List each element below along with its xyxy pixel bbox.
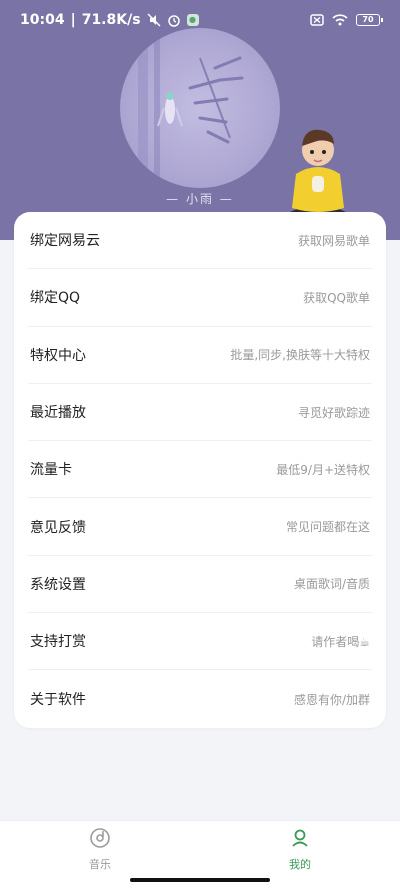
menu-item-title: 系统设置 (30, 576, 86, 593)
avatar[interactable] (282, 120, 354, 224)
tab-label: 音乐 (89, 858, 111, 871)
menu-item-title: 特权中心 (30, 347, 86, 364)
settings-menu: 绑定网易云 获取网易歌单 绑定QQ 获取QQ歌单 特权中心 批量,同步,换肤等十… (14, 212, 386, 728)
close-box-icon (310, 14, 324, 26)
menu-item-privilege-center[interactable]: 特权中心 批量,同步,换肤等十大特权 (28, 327, 372, 384)
menu-item-subtitle: 请作者喝☕ (311, 634, 370, 649)
menu-item-system-settings[interactable]: 系统设置 桌面歌词/音质 (28, 556, 372, 614)
music-disc-icon (89, 827, 111, 852)
menu-item-title: 意见反馈 (30, 519, 86, 536)
menu-item-title: 绑定网易云 (30, 233, 100, 250)
home-indicator (130, 878, 270, 882)
menu-item-recent-play[interactable]: 最近播放 寻觅好歌踪迹 (28, 384, 372, 442)
menu-item-data-card[interactable]: 流量卡 最低9/月+送特权 (28, 441, 372, 499)
menu-item-about[interactable]: 关于软件 感恩有你/加群 (28, 670, 372, 727)
menu-item-bind-netease[interactable]: 绑定网易云 获取网易歌单 (28, 212, 372, 270)
battery-icon: 70 (356, 14, 383, 26)
menu-item-title: 关于软件 (30, 692, 86, 709)
menu-item-subtitle: 批量,同步,换肤等十大特权 (230, 348, 370, 363)
wifi-icon (332, 14, 348, 26)
wechat-icon: ● (186, 14, 199, 26)
moon-illustration (120, 28, 280, 188)
menu-item-subtitle: 常见问题都在这 (285, 520, 370, 535)
menu-item-support-donate[interactable]: 支持打赏 请作者喝☕ (28, 613, 372, 671)
status-time: 10:04 (20, 12, 65, 28)
mute-icon (147, 13, 161, 27)
menu-item-subtitle: 获取网易歌单 (297, 233, 370, 248)
menu-item-subtitle: 桌面歌词/音质 (293, 577, 370, 592)
tab-label: 我的 (289, 858, 311, 871)
network-speed: 71.8K/s (81, 12, 141, 28)
alarm-icon (167, 13, 181, 27)
menu-item-subtitle: 感恩有你/加群 (293, 692, 370, 707)
menu-item-title: 最近播放 (30, 405, 86, 422)
menu-item-title: 支持打赏 (30, 634, 86, 651)
menu-item-title: 流量卡 (30, 462, 72, 479)
profile-header: 10:04 | 71.8K/s ● 70 — 小雨 — (0, 0, 400, 240)
user-icon (289, 827, 311, 852)
menu-item-subtitle: 获取QQ歌单 (303, 290, 370, 305)
menu-item-title: 绑定QQ (30, 290, 81, 307)
menu-item-feedback[interactable]: 意见反馈 常见问题都在这 (28, 498, 372, 556)
menu-item-bind-qq[interactable]: 绑定QQ 获取QQ歌单 (28, 269, 372, 327)
menu-item-subtitle: 最低9/月+送特权 (276, 462, 370, 477)
menu-item-subtitle: 寻觅好歌踪迹 (297, 405, 370, 420)
